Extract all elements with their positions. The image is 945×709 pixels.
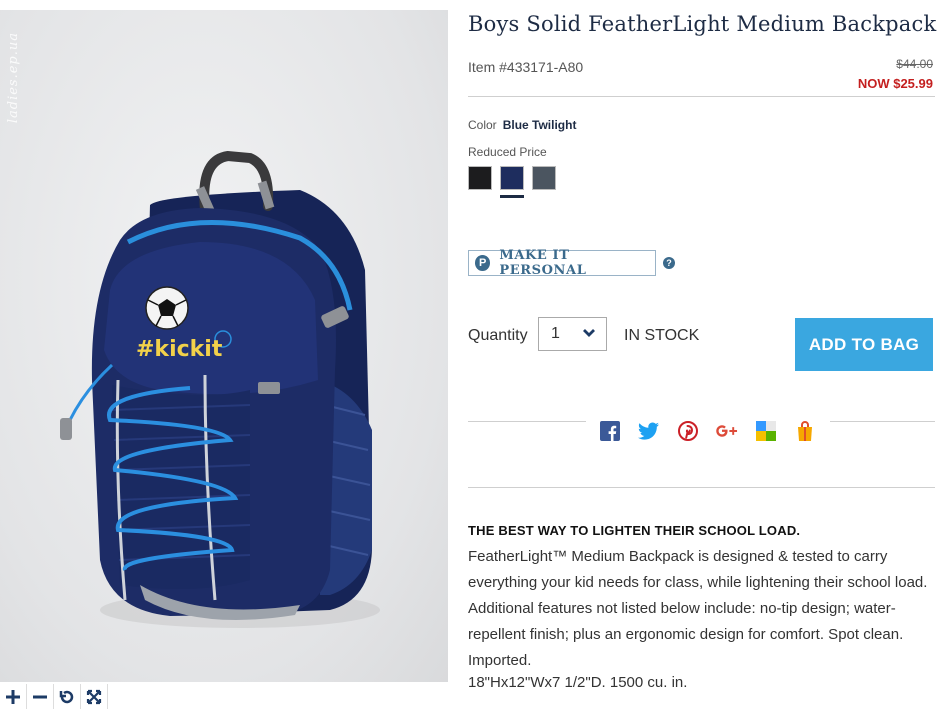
zoom-in-icon: [6, 689, 20, 704]
shopping-bag-icon: [797, 420, 812, 441]
make-it-personal-label: MAKE IT PERSONAL: [499, 248, 587, 278]
swatch-gray[interactable]: [532, 166, 556, 190]
twitter-icon: [637, 422, 659, 440]
zoom-in-button[interactable]: [0, 684, 27, 709]
description-dimensions: 18"Hx12"Wx7 1/2"D. 1500 cu. in.: [468, 674, 688, 691]
description-heading: THE BEST WAY TO LIGHTEN THEIR SCHOOL LOA…: [468, 523, 801, 538]
zoom-out-icon: [33, 695, 47, 698]
rotate-icon: [59, 690, 74, 703]
embroidery-text: #kickit: [136, 337, 223, 362]
pinterest-share-button[interactable]: [676, 419, 699, 442]
facebook-share-button[interactable]: [598, 419, 621, 442]
help-icon[interactable]: ?: [663, 257, 675, 269]
product-title: Boys Solid FeatherLight Medium Backpack: [468, 12, 937, 36]
original-price: $44.00: [896, 57, 933, 71]
fullscreen-icon: [86, 689, 102, 704]
google-plus-share-button[interactable]: [715, 419, 738, 442]
quantity-value: 1: [551, 325, 560, 342]
make-it-personal-button[interactable]: P MAKE IT PERSONAL: [468, 248, 656, 278]
swatch-black[interactable]: [468, 166, 492, 190]
item-number: Item #433171-A80: [468, 59, 584, 75]
personalize-icon: P: [475, 255, 491, 271]
color-swatches: [468, 166, 556, 198]
zoom-controls: [0, 684, 108, 709]
pinterest-icon: [677, 420, 698, 441]
share-divider-left: [468, 421, 586, 422]
gift-bag-share-button[interactable]: [793, 419, 816, 442]
add-to-bag-button[interactable]: ADD TO BAG: [795, 318, 933, 371]
quantity-select[interactable]: 1: [538, 317, 607, 351]
color-value: Blue Twilight: [502, 118, 577, 132]
google-plus-icon: [716, 424, 738, 437]
social-share-bar: [598, 419, 816, 442]
swatch-blue-twilight[interactable]: [500, 166, 524, 198]
quantity-label: Quantity: [468, 327, 528, 344]
twitter-share-button[interactable]: [637, 419, 660, 442]
share-divider-right: [830, 421, 935, 422]
zoom-out-button[interactable]: [27, 684, 54, 709]
fullscreen-button[interactable]: [81, 684, 108, 709]
sale-price: NOW $25.99: [857, 76, 933, 91]
description-body: FeatherLight™ Medium Backpack is designe…: [468, 548, 928, 669]
delicious-icon: [755, 420, 776, 441]
stock-status: IN STOCK: [624, 327, 700, 344]
divider: [468, 96, 935, 97]
facebook-icon: [599, 420, 620, 441]
rotate-button[interactable]: [54, 684, 81, 709]
backpack-illustration: #kickit: [60, 150, 380, 628]
color-row: Color Blue Twilight: [468, 118, 576, 132]
delicious-share-button[interactable]: [754, 419, 777, 442]
chevron-down-icon: [583, 329, 595, 337]
color-label: Color: [468, 118, 497, 132]
product-image[interactable]: ladies.ep.ua #kickit: [0, 10, 448, 682]
reduced-price-label: Reduced Price: [468, 145, 547, 159]
divider: [468, 487, 935, 488]
